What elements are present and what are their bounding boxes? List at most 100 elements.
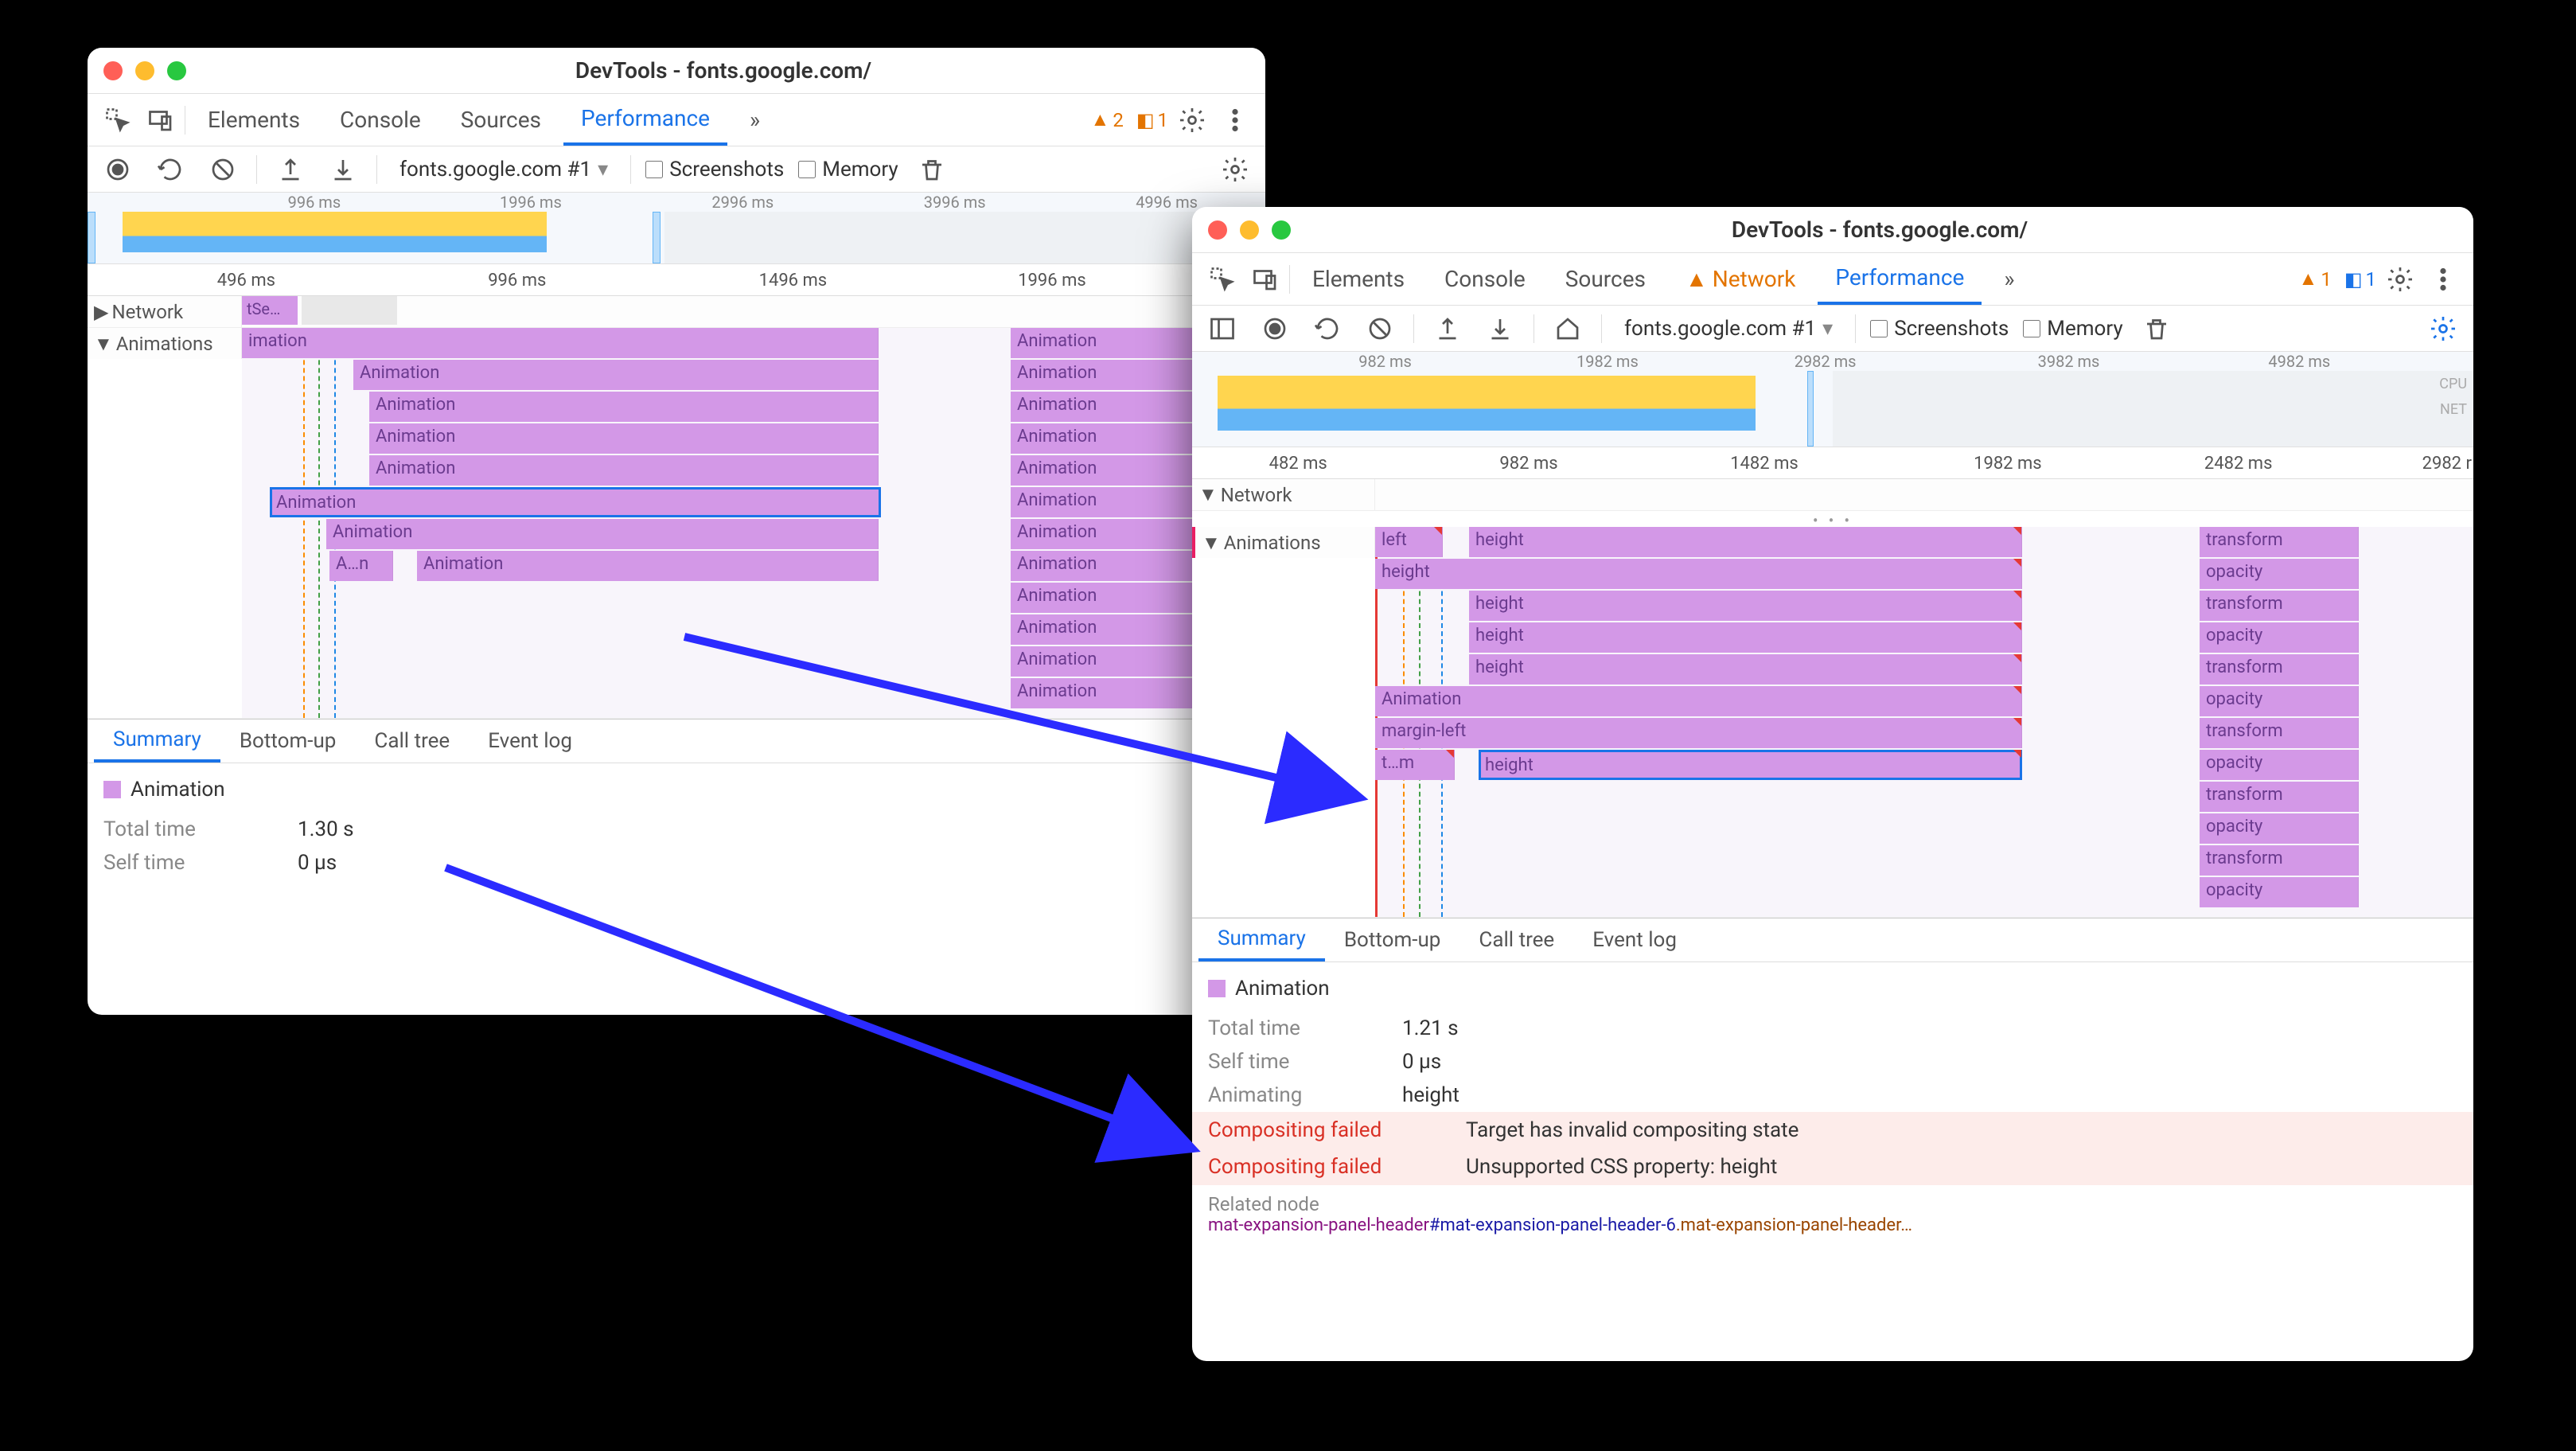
tab-call-tree[interactable]: Call tree [1459,919,1573,961]
tab-sources[interactable]: Sources [443,94,559,146]
animation-bar[interactable]: opacity [2200,750,2359,780]
tab-bottom-up[interactable]: Bottom-up [1325,919,1460,961]
memory-checkbox[interactable]: Memory [2023,317,2122,341]
clear-icon[interactable] [1361,310,1399,348]
animation-bar[interactable]: height [1469,591,2022,621]
range-handle-right[interactable] [653,212,661,263]
animation-bar-selected[interactable]: height [1479,750,2022,780]
settings-gear-icon[interactable] [1173,101,1211,139]
download-icon[interactable] [324,150,362,189]
more-menu-icon[interactable] [2424,260,2462,298]
network-track[interactable]: ▼ Network [1192,479,2473,511]
animation-bar[interactable]: opacity [2200,877,2359,907]
animation-bar[interactable]: Animation [353,360,879,390]
animation-bar[interactable]: height [1469,527,2022,557]
tab-elements[interactable]: Elements [1295,253,1422,305]
tab-network[interactable]: ▲Network [1668,253,1813,305]
animation-bar[interactable]: opacity [2200,622,2359,653]
more-menu-icon[interactable] [1216,101,1254,139]
recording-select[interactable]: fonts.google.com #1▾ [1616,314,1841,344]
close-icon[interactable] [103,61,123,80]
screenshots-checkbox[interactable]: Screenshots [645,158,784,181]
tab-console[interactable]: Console [322,94,438,146]
animation-bar[interactable]: Animation [417,551,879,581]
download-icon[interactable] [1481,310,1519,348]
gc-icon[interactable] [2138,310,2176,348]
tab-call-tree[interactable]: Call tree [355,720,469,763]
network-item[interactable]: tSe… [242,296,298,325]
clear-icon[interactable] [204,150,242,189]
reload-record-icon[interactable] [1308,310,1346,348]
issues-badge[interactable]: ◧ 1 [2344,268,2376,291]
zoom-icon[interactable] [1272,220,1291,240]
animation-bar[interactable]: Animation [369,455,879,486]
upload-icon[interactable] [1428,310,1467,348]
capture-settings-gear-icon[interactable] [1216,150,1254,189]
related-node-link[interactable]: mat-expansion-panel-header#mat-expansion… [1208,1215,2457,1235]
capture-settings-gear-icon[interactable] [2424,310,2462,348]
animation-bar[interactable]: Animation [369,392,879,422]
device-toggle-icon[interactable] [142,101,180,139]
animation-bar[interactable]: transform [2200,845,2359,876]
overview-minimap[interactable]: 982 ms 1982 ms 2982 ms 3982 ms 4982 ms C… [1192,352,2473,447]
animation-bar[interactable]: opacity [2200,813,2359,844]
animation-bar[interactable]: transform [2200,591,2359,621]
warnings-badge[interactable]: ▲ 1 [2299,267,2332,291]
animation-bar[interactable]: height [1469,654,2022,685]
record-icon[interactable] [1256,310,1294,348]
animation-bar[interactable]: Animation [326,519,879,549]
tab-performance[interactable]: Performance [563,94,727,146]
animation-bar[interactable]: t…m [1375,750,1455,780]
tab-sources[interactable]: Sources [1548,253,1663,305]
gc-icon[interactable] [913,150,951,189]
zoom-icon[interactable] [167,61,186,80]
minimize-icon[interactable] [135,61,154,80]
main-ruler[interactable]: 482 ms 982 ms 1482 ms 1982 ms 2482 ms 29… [1192,447,2473,479]
animation-bar[interactable]: transform [2200,718,2359,748]
record-icon[interactable] [99,150,137,189]
upload-icon[interactable] [271,150,310,189]
minimize-icon[interactable] [1240,220,1259,240]
tabs-overflow[interactable]: » [732,94,777,146]
animation-bar[interactable]: left [1375,527,1443,557]
animation-bar[interactable]: imation [242,328,879,358]
tab-summary[interactable]: Summary [94,720,220,763]
tab-elements[interactable]: Elements [190,94,318,146]
inspect-icon[interactable] [99,101,137,139]
tab-summary[interactable]: Summary [1198,919,1325,961]
main-ruler[interactable]: 496 ms 996 ms 1496 ms 1996 ms 2496 [88,264,1265,296]
animation-bar[interactable]: transform [2200,782,2359,812]
inspect-icon[interactable] [1203,260,1241,298]
animation-bar[interactable]: A…n [329,551,393,581]
animation-bar[interactable]: height [1375,559,2022,589]
animation-bar[interactable]: transform [2200,654,2359,685]
tab-event-log[interactable]: Event log [469,720,591,763]
recording-select[interactable]: fonts.google.com #1▾ [392,154,616,185]
animation-bar[interactable]: Animation [369,423,879,454]
flame-chart[interactable]: left height height height height height … [1375,527,2473,917]
animation-bar[interactable]: opacity [2200,686,2359,716]
tab-bottom-up[interactable]: Bottom-up [220,720,356,763]
device-toggle-icon[interactable] [1246,260,1284,298]
animation-bar[interactable]: transform [2200,527,2359,557]
memory-checkbox[interactable]: Memory [798,158,898,181]
network-track[interactable]: ▶ Network tSe… [88,296,1265,328]
animation-bar[interactable]: Animation [1375,686,2022,716]
tabs-overflow[interactable]: » [1986,253,2032,305]
animation-bar-selected[interactable]: Animation [270,487,881,517]
range-handle[interactable] [1807,371,1814,447]
screenshots-checkbox[interactable]: Screenshots [1870,317,2009,341]
tab-console[interactable]: Console [1427,253,1543,305]
flame-chart[interactable]: imation Animation Animation Animation An… [242,328,1265,718]
home-icon[interactable] [1549,310,1587,348]
network-item[interactable] [302,296,397,325]
issues-badge[interactable]: ◧ 1 [1136,109,1168,131]
settings-gear-icon[interactable] [2381,260,2419,298]
range-handle-left[interactable] [88,212,95,263]
animation-bar[interactable]: height [1469,622,2022,653]
tab-performance[interactable]: Performance [1818,253,1982,305]
track-ellipsis[interactable]: • • • [1192,511,2473,527]
sidebar-toggle-icon[interactable] [1203,310,1241,348]
animation-bar[interactable]: opacity [2200,559,2359,589]
animation-bar[interactable]: margin-left [1375,718,2022,748]
